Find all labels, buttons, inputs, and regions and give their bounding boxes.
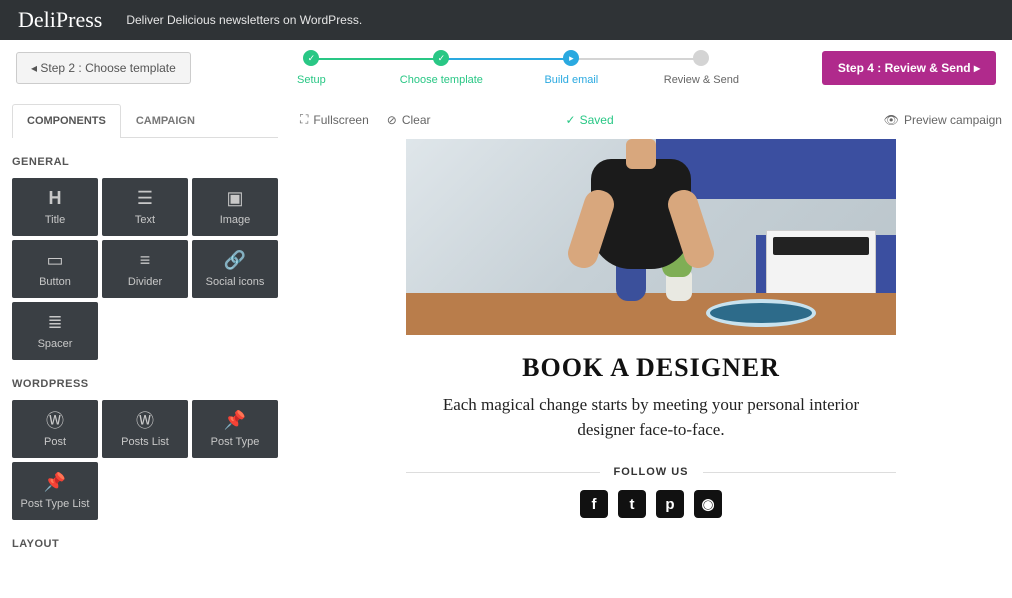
step-review-send[interactable]: Review & Send <box>636 50 766 86</box>
instagram-icon[interactable]: ◉ <box>694 490 722 518</box>
eye-icon: 👁 <box>884 113 899 127</box>
step-choose-template[interactable]: ✓ Choose template <box>376 50 506 86</box>
pin-icon: 📌 <box>45 472 65 492</box>
saved-indicator: ✓Saved <box>566 113 614 127</box>
back-step-button[interactable]: ◂ Step 2 : Choose template <box>16 52 191 84</box>
dot-icon <box>693 50 709 66</box>
step-build-email[interactable]: ▸ Build email <box>506 50 636 86</box>
tab-components[interactable]: COMPONENTS <box>12 104 121 138</box>
email-social-icons[interactable]: f t p ◉ <box>406 490 896 518</box>
preview-campaign-button[interactable]: 👁Preview campaign <box>884 113 1002 127</box>
email-preview[interactable]: BOOK A DESIGNER Each magical change star… <box>406 139 896 518</box>
back-step-label: Step 2 : Choose template <box>40 61 175 75</box>
tiles-wordpress: ⓌPost ⓌPosts List 📌Post Type 📌Post Type … <box>12 400 278 520</box>
tile-text[interactable]: ☰Text <box>102 178 188 236</box>
play-icon: ▸ <box>563 50 579 66</box>
section-wordpress-label: WORDPRESS <box>12 378 278 390</box>
fullscreen-button[interactable]: ⛶Fullscreen <box>300 112 369 127</box>
fullscreen-icon: ⛶ <box>300 112 308 127</box>
tab-campaign[interactable]: CAMPAIGN <box>121 104 210 137</box>
tiles-general: HTitle ☰Text ▣Image ▭Button ≡Divider 🔗So… <box>12 178 278 360</box>
text-lines-icon: ☰ <box>135 188 155 208</box>
builder-sidebar: COMPONENTS CAMPAIGN GENERAL HTitle ☰Text… <box>0 104 290 580</box>
image-icon: ▣ <box>225 188 245 208</box>
divider-icon: ≡ <box>135 250 155 270</box>
step-label: Setup <box>297 74 326 86</box>
heading-icon: H <box>45 188 65 208</box>
section-general-label: GENERAL <box>12 156 278 168</box>
wordpress-icon: Ⓦ <box>135 410 155 430</box>
tile-image[interactable]: ▣Image <box>192 178 278 236</box>
tile-post-type-list[interactable]: 📌Post Type List <box>12 462 98 520</box>
tile-divider[interactable]: ≡Divider <box>102 240 188 298</box>
check-icon: ✓ <box>433 50 449 66</box>
clear-button[interactable]: ⊘Clear <box>387 112 431 127</box>
pin-icon: 📌 <box>225 410 245 430</box>
step-setup[interactable]: ✓ Setup <box>246 50 376 86</box>
check-icon: ✓ <box>303 50 319 66</box>
forward-step-button[interactable]: Step 4 : Review & Send ▸ <box>822 51 996 85</box>
brand-logo: DeliPress <box>18 7 102 33</box>
tile-social-icons[interactable]: 🔗Social icons <box>192 240 278 298</box>
progress-stepper: ✓ Setup ✓ Choose template ▸ Build email … <box>191 50 822 86</box>
step-label: Build email <box>544 74 598 86</box>
check-icon: ✓ <box>566 113 576 127</box>
email-hero-image[interactable] <box>406 139 896 335</box>
chevron-left-icon: ◂ <box>31 61 37 75</box>
tile-button[interactable]: ▭Button <box>12 240 98 298</box>
email-canvas-area: ⛶Fullscreen ⊘Clear ✓Saved 👁Preview campa… <box>290 104 1012 580</box>
step-label: Choose template <box>400 74 483 86</box>
header-row: ◂ Step 2 : Choose template ✓ Setup ✓ Cho… <box>0 40 1012 104</box>
facebook-icon[interactable]: f <box>580 490 608 518</box>
app-topbar: DeliPress Deliver Delicious newsletters … <box>0 0 1012 40</box>
forward-step-label: Step 4 : Review & Send <box>838 61 971 75</box>
follow-us-label[interactable]: FOLLOW US <box>614 466 689 478</box>
canvas-toolbar: ⛶Fullscreen ⊘Clear ✓Saved 👁Preview campa… <box>300 104 1002 139</box>
button-icon: ▭ <box>45 250 65 270</box>
chevron-right-icon: ▸ <box>974 61 980 75</box>
tile-title[interactable]: HTitle <box>12 178 98 236</box>
tile-post-type[interactable]: 📌Post Type <box>192 400 278 458</box>
tile-posts-list[interactable]: ⓌPosts List <box>102 400 188 458</box>
email-body-text[interactable]: Each magical change starts by meeting yo… <box>406 393 896 442</box>
sidebar-tabs: COMPONENTS CAMPAIGN <box>12 104 278 138</box>
tile-spacer[interactable]: ≣Spacer <box>12 302 98 360</box>
pinterest-icon[interactable]: p <box>656 490 684 518</box>
wordpress-icon: Ⓦ <box>45 410 65 430</box>
clear-icon: ⊘ <box>387 113 397 127</box>
twitter-icon[interactable]: t <box>618 490 646 518</box>
spacer-icon: ≣ <box>45 312 65 332</box>
section-layout-label: LAYOUT <box>12 538 278 550</box>
tile-post[interactable]: ⓌPost <box>12 400 98 458</box>
brand-tagline: Deliver Delicious newsletters on WordPre… <box>126 13 362 27</box>
share-icon: 🔗 <box>225 250 245 270</box>
email-heading[interactable]: BOOK A DESIGNER <box>406 353 896 383</box>
follow-us-row: FOLLOW US <box>406 466 896 478</box>
step-label: Review & Send <box>664 74 739 86</box>
